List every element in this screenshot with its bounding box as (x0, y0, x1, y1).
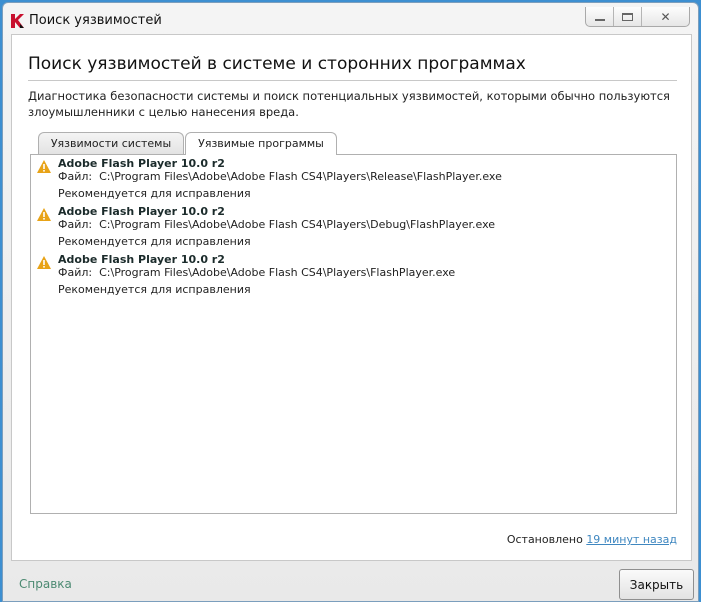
list-item[interactable]: Adobe Flash Player 10.0 r2 Файл: C:\Prog… (31, 251, 676, 299)
description: Диагностика безопасности системы и поиск… (28, 89, 670, 119)
file-path: Файл: C:\Program Files\Adobe\Adobe Flash… (58, 265, 456, 279)
close-window-button[interactable]: ✕ (642, 7, 689, 26)
window-title: Поиск уязвимостей (29, 13, 162, 28)
warning-icon (37, 160, 51, 173)
window: Поиск уязвимостей ✕ Поиск уязвимостей в … (2, 2, 699, 602)
minimize-icon (594, 18, 605, 21)
vulnerability-list: Adobe Flash Player 10.0 r2 Файл: C:\Prog… (30, 154, 677, 514)
minimize-button[interactable] (586, 7, 614, 26)
scan-status: Остановлено 19 минут назад (506, 533, 677, 546)
recommendation: Рекомендуется для исправления (58, 187, 251, 200)
file-path: Файл: C:\Program Files\Adobe\Adobe Flash… (58, 169, 502, 183)
tab-vulnerable-programs[interactable]: Уязвимые программы (185, 132, 337, 155)
warning-icon (37, 256, 51, 269)
maximize-button[interactable] (614, 7, 642, 26)
file-path: Файл: C:\Program Files\Adobe\Adobe Flash… (58, 217, 496, 231)
status-time-link[interactable]: 19 минут назад (586, 533, 677, 546)
program-name: Adobe Flash Player 10.0 r2 (58, 157, 225, 170)
title-bar: Поиск уязвимостей ✕ (3, 3, 698, 33)
tab-system-vulnerabilities[interactable]: Уязвимости системы (38, 132, 184, 154)
kaspersky-logo-icon (11, 14, 24, 28)
close-button[interactable]: Закрыть (619, 569, 694, 600)
program-name: Adobe Flash Player 10.0 r2 (58, 253, 225, 266)
main-panel: Поиск уязвимостей в системе и сторонних … (11, 34, 692, 561)
recommendation: Рекомендуется для исправления (58, 283, 251, 296)
help-link[interactable]: Справка (19, 577, 72, 591)
page-title: Поиск уязвимостей в системе и сторонних … (28, 54, 526, 74)
warning-icon (37, 208, 51, 221)
maximize-icon (622, 12, 633, 21)
recommendation: Рекомендуется для исправления (58, 235, 251, 248)
divider (28, 80, 677, 81)
close-icon: ✕ (660, 9, 671, 24)
list-item[interactable]: Adobe Flash Player 10.0 r2 Файл: C:\Prog… (31, 155, 676, 203)
list-item[interactable]: Adobe Flash Player 10.0 r2 Файл: C:\Prog… (31, 203, 676, 251)
program-name: Adobe Flash Player 10.0 r2 (58, 205, 225, 218)
